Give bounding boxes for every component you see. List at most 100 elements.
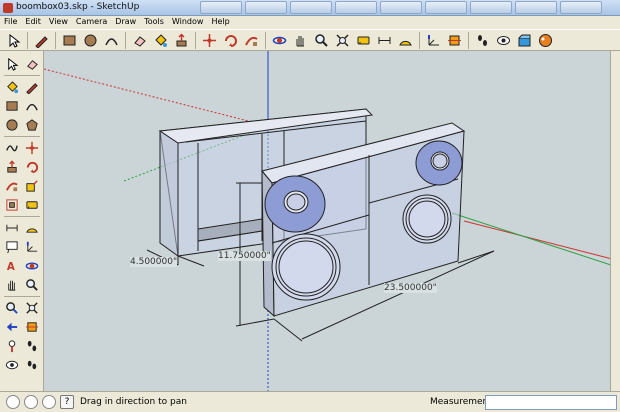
palette-polygon-button[interactable] xyxy=(23,116,41,134)
toolbar-axes-button[interactable] xyxy=(424,31,443,50)
palette-footprint-button[interactable] xyxy=(23,356,41,374)
menu-window[interactable]: Window xyxy=(168,16,208,29)
palette-line-button[interactable] xyxy=(23,78,41,96)
taskbar-tab[interactable] xyxy=(290,1,332,14)
circle-icon xyxy=(6,119,18,131)
vertical-scrollbar[interactable] xyxy=(610,51,620,391)
help-icon[interactable]: ? xyxy=(60,395,74,409)
follow-me-icon xyxy=(6,182,18,192)
menu-camera[interactable]: Camera xyxy=(72,16,111,29)
depth-dimension-label[interactable]: 4.500000" xyxy=(130,257,178,267)
palette-dimension-button[interactable] xyxy=(3,219,21,237)
palette-section-plane-button[interactable] xyxy=(23,318,41,336)
menu-draw[interactable]: Draw xyxy=(111,16,140,29)
toolbar-pencil-button[interactable] xyxy=(32,31,51,50)
taskbar-tab[interactable] xyxy=(470,1,512,14)
toolbar-separator xyxy=(419,31,420,49)
palette-previous-view-button[interactable] xyxy=(3,318,21,336)
palette-tape-measure-button[interactable] xyxy=(23,196,41,214)
palette-offset-button[interactable] xyxy=(3,196,21,214)
palette-follow-me-button[interactable] xyxy=(3,177,21,195)
width-dimension-label[interactable]: 23.500000" xyxy=(384,283,437,293)
toolbar-pan-button[interactable] xyxy=(291,31,310,50)
toolbar-zoom-extents-button[interactable] xyxy=(333,31,352,50)
palette-protractor-button[interactable] xyxy=(23,219,41,237)
walk-icon xyxy=(27,340,37,352)
credits-icon[interactable] xyxy=(24,395,38,409)
paint-bucket-icon xyxy=(155,33,167,47)
taskbar-tab[interactable] xyxy=(560,1,602,14)
palette-rectangle-button[interactable] xyxy=(3,97,21,115)
palette-arc-button[interactable] xyxy=(23,97,41,115)
taskbar-tab[interactable] xyxy=(380,1,422,14)
menu-edit[interactable]: Edit xyxy=(21,16,45,29)
toolbar-move-button[interactable] xyxy=(200,31,219,50)
toolbar-rectangle-button[interactable] xyxy=(60,31,79,50)
palette-zoom-button[interactable] xyxy=(23,276,41,294)
palette-scale-button[interactable] xyxy=(23,177,41,195)
menu-view[interactable]: View xyxy=(45,16,72,29)
move-icon xyxy=(25,141,39,155)
toolbar-follow-me-button[interactable] xyxy=(242,31,261,50)
palette-paint-bucket-button[interactable] xyxy=(3,78,21,96)
palette-axes-button[interactable] xyxy=(23,238,41,256)
user-icon[interactable] xyxy=(42,395,56,409)
speaker-tweeter-right[interactable] xyxy=(415,140,463,186)
palette-freehand-button[interactable] xyxy=(3,139,21,157)
palette-look-around-button[interactable] xyxy=(3,356,21,374)
palette-text-button[interactable] xyxy=(3,238,21,256)
geolocation-icon[interactable] xyxy=(6,395,20,409)
toolbar-walk-button[interactable] xyxy=(473,31,492,50)
taskbar-tab[interactable] xyxy=(515,1,557,14)
taskbar-tab[interactable] xyxy=(245,1,287,14)
toolbar-section-plane-button[interactable] xyxy=(445,31,464,50)
palette-circle-button[interactable] xyxy=(3,116,21,134)
speaker-woofer-left[interactable] xyxy=(271,233,341,301)
palette-pan-button[interactable] xyxy=(3,276,21,294)
paint-bucket-icon xyxy=(7,81,19,94)
menu-tools[interactable]: Tools xyxy=(140,16,168,29)
palette-orbit-button[interactable] xyxy=(23,257,41,275)
measurements-input[interactable] xyxy=(485,395,617,410)
toolbar-protractor-button[interactable] xyxy=(396,31,415,50)
toolbar-push-pull-button[interactable] xyxy=(172,31,191,50)
palette-position-camera-button[interactable] xyxy=(3,337,21,355)
palette-select-button[interactable] xyxy=(3,55,21,73)
menu-help[interactable]: Help xyxy=(207,16,233,29)
drawing-viewport[interactable]: 4.500000" 11.750000" 23.500000" xyxy=(44,51,620,391)
toolbar-dimension-button[interactable] xyxy=(375,31,394,50)
toolbar-rotate-button[interactable] xyxy=(221,31,240,50)
toolbar-materials-button[interactable] xyxy=(536,31,555,50)
select-icon xyxy=(8,57,19,71)
taskbar-tab[interactable] xyxy=(335,1,377,14)
taskbar-tab[interactable] xyxy=(200,1,242,14)
components-icon xyxy=(518,34,531,46)
speaker-tweeter-left[interactable] xyxy=(264,175,326,233)
model-canvas[interactable] xyxy=(44,51,620,391)
palette-zoom-window-button[interactable] xyxy=(3,299,21,317)
toolbar-eraser-button[interactable] xyxy=(130,31,149,50)
palette-walk-button[interactable] xyxy=(23,337,41,355)
palette-eraser-button[interactable] xyxy=(23,55,41,73)
toolbar-look-around-button[interactable] xyxy=(494,31,513,50)
toolbar-zoom-button[interactable] xyxy=(312,31,331,50)
toolbar-components-button[interactable] xyxy=(515,31,534,50)
text-icon xyxy=(6,241,18,254)
footprint-icon xyxy=(27,360,37,370)
palette-push-pull-button[interactable] xyxy=(3,158,21,176)
palette-zoom-extents-button[interactable] xyxy=(23,299,41,317)
speaker-woofer-right[interactable] xyxy=(402,194,452,244)
toolbar-circle-button[interactable] xyxy=(81,31,100,50)
taskbar-tab[interactable] xyxy=(425,1,467,14)
toolbar-arc-button[interactable] xyxy=(102,31,121,50)
menu-file[interactable]: File xyxy=(0,16,21,29)
toolbar-paint-bucket-button[interactable] xyxy=(151,31,170,50)
palette-move-button[interactable] xyxy=(23,139,41,157)
height-dimension-label[interactable]: 11.750000" xyxy=(218,251,271,261)
toolbar-tape-measure-button[interactable] xyxy=(354,31,373,50)
toolbar-select-button[interactable] xyxy=(4,31,23,50)
palette-3d-text-button[interactable]: A xyxy=(3,257,21,275)
toolbar-orbit-button[interactable] xyxy=(270,31,289,50)
status-bar: ? Drag in direction to pan Measurements xyxy=(0,391,620,412)
palette-rotate-button[interactable] xyxy=(23,158,41,176)
